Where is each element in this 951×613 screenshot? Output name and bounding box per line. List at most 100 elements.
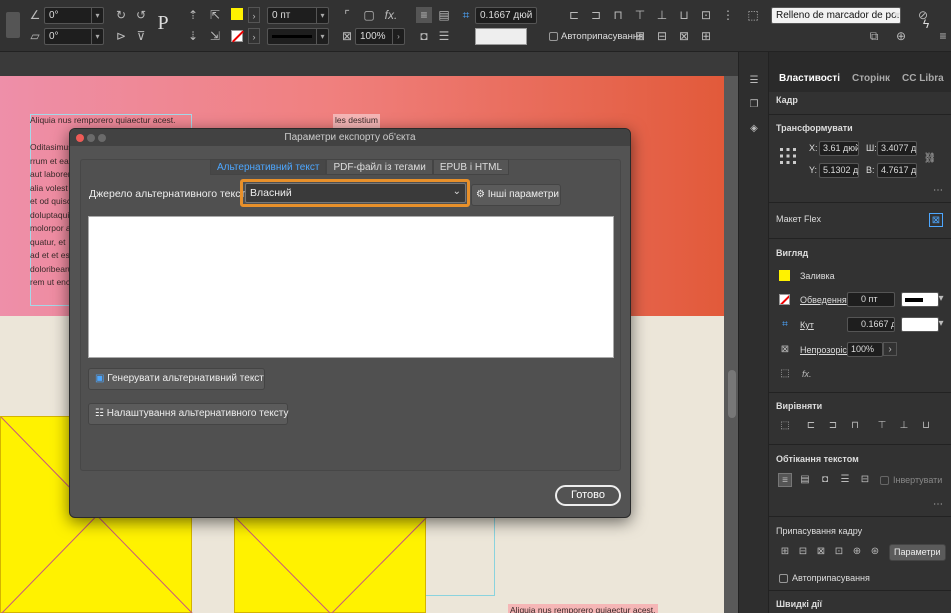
wrap-bbox-icon[interactable]: ▤ (798, 473, 812, 487)
alt-text-source-select[interactable]: Власний ⌄ (245, 183, 466, 203)
fit-proportionally-icon[interactable]: ⊟ (796, 545, 810, 559)
panel-menu-icon[interactable]: ≡ (935, 28, 951, 44)
flip-horizontal-icon[interactable]: ⊳ (113, 28, 129, 44)
fit-frame-icon[interactable]: ⊟ (654, 28, 670, 44)
align-hcenter-icon[interactable]: ⊐ (588, 7, 604, 23)
image-placeholder-frame[interactable] (234, 516, 427, 613)
dialog-titlebar[interactable]: Параметри експорту об'єкта (70, 129, 630, 146)
shear-icon[interactable]: ▱ (27, 28, 43, 44)
object-style-select[interactable]: Relleno de marcador de po... (771, 7, 901, 24)
stroke-weight-input[interactable]: 0 пт (847, 292, 895, 307)
frame-select-icon[interactable]: ⬚ (745, 7, 761, 23)
align-vcenter-icon[interactable]: ⊥ (897, 419, 911, 433)
invert-checkbox[interactable] (880, 476, 889, 485)
align-vcenter-icon[interactable]: ⊥ (654, 7, 670, 23)
fit-content-icon[interactable]: ⊞ (632, 28, 648, 44)
opacity-input[interactable]: 100% (847, 342, 883, 357)
wrap-none-icon[interactable]: ≡ (416, 7, 432, 23)
drop-shadow-icon[interactable]: ▢ (361, 7, 377, 23)
fill-menu-chevron-icon[interactable]: › (248, 7, 260, 23)
content-aware-fit-icon[interactable]: ⊛ (868, 545, 882, 559)
tab-properties[interactable]: Властивості (773, 73, 846, 92)
next-object-icon[interactable]: ⇲ (207, 28, 223, 44)
pages-icon[interactable]: ❐ (747, 98, 761, 112)
flex-layout-icon[interactable]: ⊠ (929, 213, 943, 227)
align-left-icon[interactable]: ⊏ (566, 7, 582, 23)
wrap-bbox-icon[interactable]: ▤ (436, 7, 452, 23)
height-input[interactable]: 4.7617 ді (877, 163, 917, 178)
stroke-swatch-none[interactable] (231, 30, 245, 43)
y-input[interactable]: 5.1302 дн (819, 163, 859, 178)
stroke-label[interactable]: Обведення (800, 295, 847, 305)
align-top-icon[interactable]: ⊤ (875, 419, 889, 433)
alt-text-textarea[interactable] (88, 216, 614, 358)
wrap-jump-icon[interactable]: ☰ (838, 473, 852, 487)
stroke-swatch[interactable] (779, 294, 790, 305)
vertical-scrollbar[interactable] (728, 370, 736, 418)
layers-icon[interactable]: ◈ (747, 122, 761, 136)
fit-content-to-frame-icon[interactable]: ⊠ (814, 545, 828, 559)
minimize-window-button[interactable] (87, 134, 95, 142)
shear-angle-input[interactable]: 0° ▾ (44, 28, 104, 45)
more-options-icon[interactable]: ⋯ (931, 498, 945, 512)
bar-handle[interactable] (6, 12, 20, 38)
fill-frame-proportionally-icon[interactable]: ⊞ (778, 545, 792, 559)
style-dropdown-chevron-icon[interactable]: ▾ (889, 7, 905, 23)
opacity-input[interactable]: 100% › (355, 28, 405, 45)
stroke-menu-chevron-icon[interactable]: › (248, 28, 260, 44)
align-to-icon[interactable]: ⬚ (778, 419, 792, 433)
tab-tagged-pdf[interactable]: PDF-файл із тегами (326, 159, 433, 175)
align-bottom-icon[interactable]: ⊔ (676, 7, 692, 23)
prev-object-icon[interactable]: ⇱ (207, 7, 223, 23)
auto-fit-checkbox[interactable] (549, 32, 558, 41)
tab-cc-libraries[interactable]: CC Libra (896, 73, 950, 92)
auto-fit-checkbox[interactable] (779, 574, 788, 583)
corner-size-input[interactable]: 0.1667 дюй (475, 7, 537, 24)
corner-shape-chevron-icon[interactable]: ▾ (934, 317, 948, 331)
align-right-icon[interactable]: ⊓ (848, 419, 862, 433)
rotate-cw-icon[interactable]: ↻ (113, 7, 129, 23)
align-right-icon[interactable]: ⊓ (610, 7, 626, 23)
flip-vertical-icon[interactable]: ⊽ (133, 28, 149, 44)
close-window-button[interactable] (76, 134, 84, 142)
fill-proportional-icon[interactable]: ⊞ (698, 28, 714, 44)
lightning-icon[interactable]: ϟ (918, 16, 934, 32)
distribute-icon[interactable]: ⊡ (698, 7, 714, 23)
corner-options-icon[interactable]: ⌜ (339, 7, 355, 23)
stroke-weight-input[interactable]: 0 пт ▾ (267, 7, 329, 24)
stroke-type-select[interactable]: ▾ (267, 28, 329, 45)
constrain-link-icon[interactable]: ⛓ (923, 152, 937, 166)
stroke-type-chevron-icon[interactable]: ▾ (934, 292, 948, 306)
tab-epub-html[interactable]: EPUB і HTML (432, 159, 510, 175)
width-input[interactable]: 3.4077 ді (877, 141, 917, 156)
alt-text-settings-button[interactable]: ☷ Налаштування альтернативного тексту (88, 403, 288, 425)
align-left-icon[interactable]: ⊏ (804, 419, 818, 433)
fitting-options-button[interactable]: Параметри (889, 544, 946, 561)
select-container-icon[interactable]: ⇡ (185, 7, 201, 23)
fx-icon[interactable]: fx. (802, 369, 812, 379)
opacity-chevron-icon[interactable]: › (883, 342, 897, 356)
wrap-none-icon[interactable]: ≡ (778, 473, 792, 487)
wrap-shape-icon[interactable]: ◘ (416, 28, 432, 44)
done-button[interactable]: Готово (555, 485, 621, 506)
fill-swatch[interactable] (779, 270, 790, 281)
generate-alt-text-button[interactable]: ▣ Генерувати альтернативний текст (88, 368, 265, 390)
wrap-shape-icon[interactable]: ◘ (818, 473, 832, 487)
rotate-icon[interactable]: ∠ (27, 7, 43, 23)
tab-alt-text[interactable]: Альтернативний текст (210, 159, 327, 175)
tab-pages[interactable]: Сторінк (846, 73, 896, 92)
style-options-icon[interactable]: ⧉ (866, 28, 882, 44)
fit-frame-to-content-icon[interactable]: ⊡ (832, 545, 846, 559)
select-content-icon[interactable]: ⇣ (185, 28, 201, 44)
rotate-ccw-icon[interactable]: ↺ (133, 7, 149, 23)
fit-proportional-icon[interactable]: ⊠ (676, 28, 692, 44)
corner-label[interactable]: Кут (800, 320, 814, 330)
wrap-next-column-icon[interactable]: ⊟ (858, 473, 872, 487)
zoom-window-button[interactable] (98, 134, 106, 142)
frame-effects-icon[interactable]: ⬚ (778, 367, 792, 381)
align-top-icon[interactable]: ⊤ (632, 7, 648, 23)
corner-shape-icon[interactable]: ⌗ (458, 7, 474, 23)
fx-icon[interactable]: fx. (383, 7, 399, 23)
align-bottom-icon[interactable]: ⊔ (919, 419, 933, 433)
align-hcenter-icon[interactable]: ⊐ (826, 419, 840, 433)
